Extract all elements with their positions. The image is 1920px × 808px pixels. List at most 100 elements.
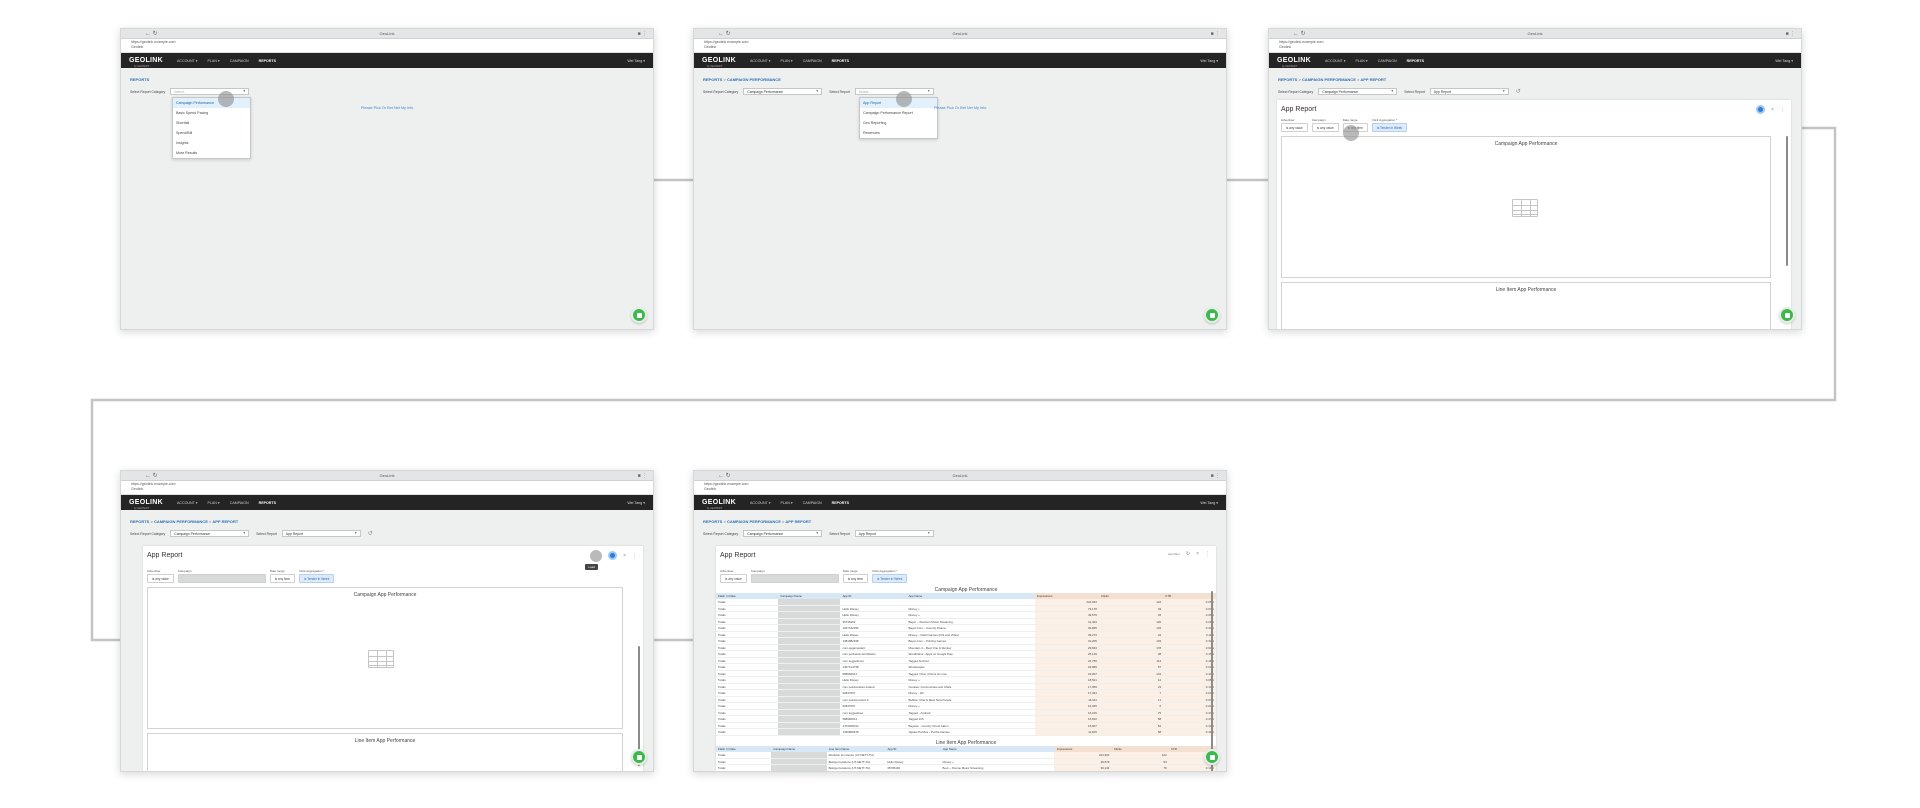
geolink-logo[interactable]: GEOLINK by GEOSOFT [702, 57, 736, 68]
crumb-reports[interactable]: REPORTS [130, 77, 149, 82]
option-basic-spend-pacing[interactable]: Basic Spend Pacing [173, 108, 250, 118]
help-fab-button[interactable] [631, 307, 647, 323]
nav-campaign[interactable]: CAMPAIGN [1378, 59, 1397, 63]
rotate-icon[interactable]: ↺ [368, 530, 373, 537]
address-bar[interactable]: https://geolink.example.com Geolink [694, 39, 1226, 53]
crumb-reports[interactable]: REPORTS [703, 77, 722, 82]
geolink-logo[interactable]: GEOLINK by GEOSOFT [702, 499, 736, 510]
report-select[interactable]: App Report [1429, 88, 1509, 95]
nav-reports[interactable]: REPORTS [259, 501, 276, 505]
nav-reports[interactable]: REPORTS [1407, 59, 1424, 63]
user-menu[interactable]: Wei Tang ▾ [1200, 59, 1218, 63]
address-bar[interactable]: https://geolink.example.com Geolink [121, 39, 653, 53]
close-icon[interactable]: × [1196, 551, 1199, 557]
option-more-results[interactable]: More Results [173, 148, 250, 158]
crumb-campaign-performance[interactable]: CAMPAIGN PERFORMANCE [154, 519, 208, 524]
nav-campaign[interactable]: CAMPAIGN [803, 501, 822, 505]
close-icon[interactable]: × [623, 553, 626, 559]
run-report-icon[interactable] [1756, 105, 1766, 114]
nav-plan[interactable]: PLAN ▾ [208, 501, 220, 505]
nav-plan[interactable]: PLAN ▾ [781, 59, 793, 63]
crumb-reports[interactable]: REPORTS [130, 519, 149, 524]
nav-plan[interactable]: PLAN ▾ [781, 501, 793, 505]
aggregation-filter-pill[interactable]: is Tender in Week [872, 574, 908, 583]
advertiser-filter-pill[interactable]: is any value [720, 574, 747, 583]
user-menu[interactable]: Wei Tang ▾ [1775, 59, 1793, 63]
nav-reports[interactable]: REPORTS [832, 501, 849, 505]
crumb-reports[interactable]: REPORTS [703, 519, 722, 524]
scrollbar[interactable] [1211, 591, 1213, 771]
crumb-reports[interactable]: REPORTS [1278, 77, 1297, 82]
user-menu[interactable]: Wei Tang ▾ [627, 59, 645, 63]
nav-campaign[interactable]: CAMPAIGN [230, 59, 249, 63]
option-campaign-performance-report[interactable]: Campaign Performance Report [860, 108, 937, 118]
geolink-logo[interactable]: GEOLINK by GEOSOFT [129, 499, 163, 510]
nav-account[interactable]: ACCOUNT ▾ [177, 59, 198, 63]
nav-account[interactable]: ACCOUNT ▾ [1325, 59, 1346, 63]
category-select[interactable]: Campaign Performance [1318, 88, 1398, 95]
category-select[interactable]: Campaign Performance [170, 530, 250, 537]
geolink-logo[interactable]: GEOLINK by GEOSOFT [129, 57, 163, 68]
refresh-icon[interactable]: ↻ [1186, 551, 1190, 557]
nav-plan[interactable]: PLAN ▾ [208, 59, 220, 63]
category-select[interactable]: Select... [170, 88, 250, 95]
option-recencies[interactable]: Recencies [860, 128, 937, 138]
help-fab-button[interactable] [1204, 307, 1220, 323]
crumb-campaign-performance[interactable]: CAMPAIGN PERFORMANCE [727, 519, 781, 524]
option-geo-reporting[interactable]: Geo Reporting [860, 118, 937, 128]
category-select[interactable]: Campaign Performance [743, 530, 823, 537]
advertiser-filter-pill[interactable]: is any value [147, 574, 174, 583]
nav-reports[interactable]: REPORTS [832, 59, 849, 63]
user-menu[interactable]: Wei Tang ▾ [627, 501, 645, 505]
run-report-icon[interactable] [608, 551, 618, 560]
aggregation-filter-pill[interactable]: is Tender in Week [1371, 123, 1408, 132]
nav-reports[interactable]: REPORTS [259, 59, 276, 63]
help-fab-button[interactable] [1779, 307, 1795, 323]
close-icon[interactable]: × [1771, 107, 1774, 113]
campaign-filter-pill[interactable] [750, 574, 839, 583]
crumb-campaign-performance[interactable]: CAMPAIGN PERFORMANCE [727, 77, 781, 82]
date-filter-pill[interactable]: is any time [269, 574, 296, 583]
crumb-app-report[interactable]: APP REPORT [1360, 77, 1386, 82]
browser-menu-icon[interactable]: ■ ⋮ [638, 30, 647, 38]
crumb-app-report[interactable]: APP REPORT [212, 519, 238, 524]
crumb-app-report[interactable]: APP REPORT [785, 519, 811, 524]
nav-campaign[interactable]: CAMPAIGN [230, 501, 249, 505]
category-select[interactable]: Campaign Performance [743, 88, 823, 95]
user-menu[interactable]: Wei Tang ▾ [1200, 501, 1218, 505]
report-select[interactable]: Select... [854, 88, 934, 95]
nav-account[interactable]: ACCOUNT ▾ [750, 501, 771, 505]
advertiser-filter-pill[interactable]: is any value [1281, 123, 1308, 132]
more-icon[interactable]: ⋮ [1780, 107, 1785, 113]
geolink-logo[interactable]: GEOLINK by GEOSOFT [1277, 57, 1311, 68]
help-fab-button[interactable] [631, 749, 647, 765]
scrollbar[interactable] [638, 646, 640, 766]
browser-menu-icon[interactable]: ■ ⋮ [1786, 30, 1795, 38]
address-bar[interactable]: https://geolink.example.com Geolink [694, 481, 1226, 495]
campaign-filter-pill[interactable] [177, 574, 266, 583]
aggregation-filter-pill[interactable]: is Tender in Week [299, 574, 335, 583]
browser-menu-icon[interactable]: ■ ⋮ [638, 472, 647, 480]
option-shortfall[interactable]: Shortfall [173, 118, 250, 128]
more-icon[interactable]: ⋮ [1205, 551, 1210, 557]
browser-menu-icon[interactable]: ■ ⋮ [1211, 472, 1220, 480]
option-insights[interactable]: Insights [173, 138, 250, 148]
nav-plan[interactable]: PLAN ▾ [1356, 59, 1368, 63]
more-icon[interactable]: ⋮ [632, 553, 637, 559]
nav-campaign[interactable]: CAMPAIGN [803, 59, 822, 63]
crumb-campaign-performance[interactable]: CAMPAIGN PERFORMANCE [1302, 77, 1356, 82]
rotate-icon[interactable]: ↺ [1516, 88, 1521, 95]
report-select[interactable]: App Report [854, 530, 934, 537]
help-fab-button[interactable] [1204, 749, 1220, 765]
nav-account[interactable]: ACCOUNT ▾ [177, 501, 198, 505]
nav-account[interactable]: ACCOUNT ▾ [750, 59, 771, 63]
address-bar[interactable]: https://geolink.example.com Geolink [121, 481, 653, 495]
campaign-filter-pill[interactable]: is any value [1311, 123, 1339, 132]
date-filter-pill[interactable]: is any time [842, 574, 869, 583]
address-bar[interactable]: https://geolink.example.com Geolink [1269, 39, 1801, 53]
option-spend-bill[interactable]: Spend/Bill [173, 128, 250, 138]
browser-menu-icon[interactable]: ■ ⋮ [1211, 30, 1220, 38]
scrollbar[interactable] [1786, 136, 1788, 266]
option-campaign-performance[interactable]: Campaign Performance [173, 98, 250, 108]
report-select[interactable]: App Report [281, 530, 361, 537]
